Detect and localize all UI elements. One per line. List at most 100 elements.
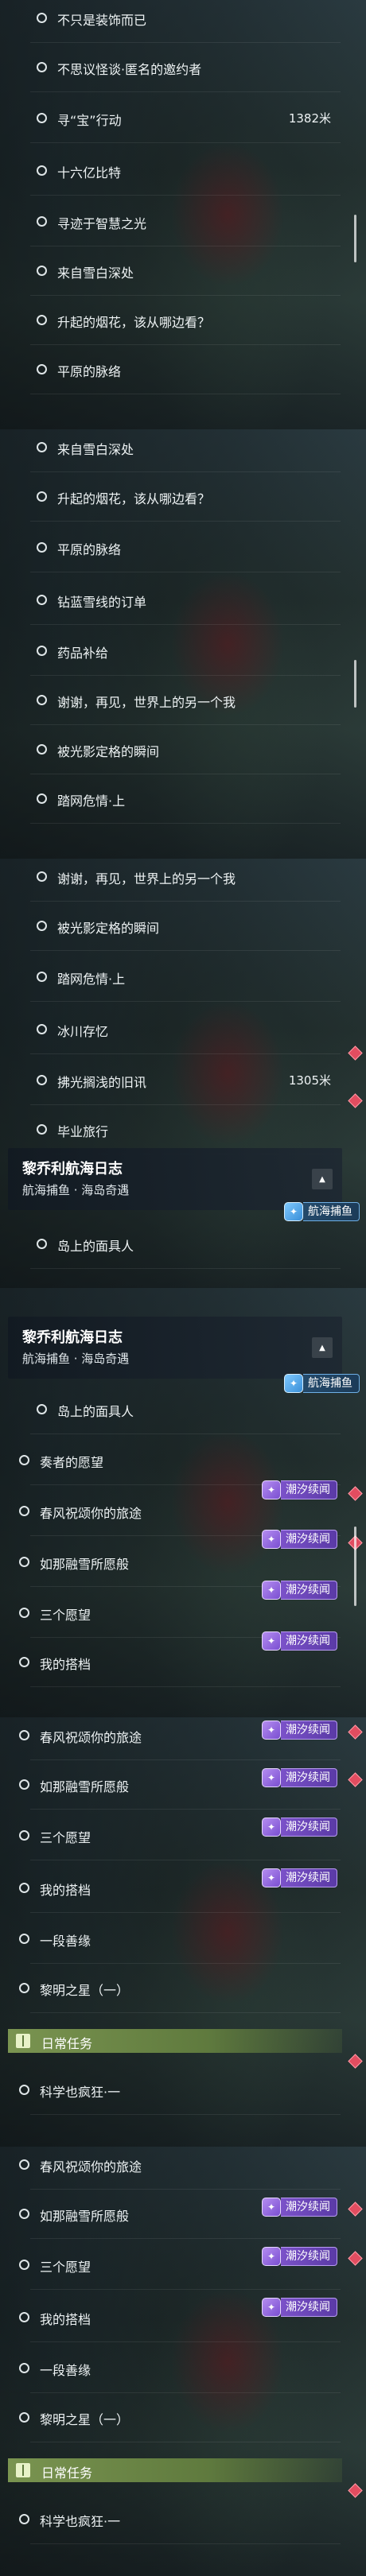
quest-row[interactable]: 谢谢，再见，世界上的另一个我 [14,859,341,902]
quest-title: 黎明之星（一） [40,2412,130,2427]
quest-status-circle-icon [37,13,47,23]
quest-status-circle-icon [19,1934,29,1944]
quest-title: 毕业旅行 [57,1124,109,1139]
fishing-icon: ✦ [284,1374,303,1393]
event-badge: ✦ 潮汐续闻 [262,2198,337,2217]
quest-row[interactable]: 平原的脉络 [14,525,341,572]
quest-row[interactable]: 奏者的愿望 [14,1437,341,1485]
daily-tasks-header[interactable]: 日常任务 [8,2458,342,2482]
quest-title: 踏网危情·上 [57,972,126,987]
event-badge-label: 潮汐续闻 [281,1818,337,1837]
quest-row[interactable]: 寻“宝”行动 1382米 [14,95,341,143]
category-subtitle: 航海捕鱼 · 海岛奇遇 [22,1183,130,1197]
quest-title: 春风祝颂你的旅途 [40,1730,142,1745]
quest-row[interactable]: 春风祝颂你的旅途 [14,2147,341,2190]
quest-row[interactable]: 来自雪白深处 [14,429,341,472]
quest-row[interactable]: 岛上的面具人 [14,1221,341,1269]
alert-diamond-icon [348,2202,363,2217]
quest-title: 科学也疯狂·一 [40,2085,121,2100]
quest-row[interactable]: 十六亿比特 [14,148,341,196]
quest-status-circle-icon [19,2159,29,2170]
alert-diamond-icon [348,1724,363,1740]
scrollbar[interactable] [354,660,356,708]
quest-title: 钻蓝雪线的订单 [57,595,147,610]
quest-status-circle-icon [37,364,47,374]
quest-status-circle-icon [19,1730,29,1740]
quest-title: 科学也疯狂·一 [40,2514,121,2529]
quest-row[interactable]: 来自雪白深处 [14,248,341,296]
event-badge-label: 潮汐续闻 [281,2298,337,2317]
quest-status-circle-icon [19,2412,29,2423]
daily-tasks-header[interactable]: 日常任务 [8,2029,342,2053]
tide-icon: ✦ [262,1768,281,1787]
quest-list-frame-6: 春风祝颂你的旅途 如那融雪所愿般 三个愿望 我的搭档 一段善缘 黎明之星（一） … [0,2147,366,2576]
quest-title: 黎明之星（一） [40,1983,130,1998]
quest-title: 来自雪白深处 [57,266,134,281]
quest-title: 我的搭档 [40,1883,92,1898]
quest-title: 拂光搁浅的旧讯 [57,1075,147,1090]
quest-row[interactable]: 平原的脉络 [14,347,341,394]
quest-row[interactable]: 钻蓝雪线的订单 [14,577,341,625]
alert-diamond-icon [348,2251,363,2266]
collapse-arrow-icon[interactable]: ▲ [312,1169,333,1189]
quest-row[interactable]: 寻迹于智慧之光 [14,199,341,246]
quest-title: 如那融雪所愿般 [40,1779,130,1794]
quest-list-frame-4: 黎乔利航海日志 航海捕鱼 · 海岛奇遇 ▲ ✦ 航海捕鱼 岛上的面具人 奏者的愿… [0,1288,366,1717]
quest-title: 谢谢，再见，世界上的另一个我 [57,695,236,710]
quest-row[interactable]: 科学也疯狂·一 [14,2496,341,2544]
quest-row[interactable]: 科学也疯狂·一 [14,2067,341,2115]
quest-distance: 1305米 [288,1073,331,1088]
quest-row[interactable]: 一段善缘 [14,1916,341,1964]
event-badge-label: 潮汐续闻 [281,2198,337,2217]
quest-row[interactable]: 升起的烟花，该从哪边看？ [14,297,341,345]
scrollbar[interactable] [354,215,356,262]
quest-row[interactable]: 被光影定格的瞬间 [14,903,341,951]
quest-row[interactable]: 冰川存忆 [14,1007,341,1054]
event-badge-label: 潮汐续闻 [281,2247,337,2266]
quest-status-circle-icon [37,266,47,276]
alert-diamond-icon [348,1772,363,1787]
quest-title: 奏者的愿望 [40,1455,104,1470]
event-badge: ✦ 潮汐续闻 [262,1530,337,1549]
quest-row[interactable]: 一段善缘 [14,2345,341,2393]
tide-icon: ✦ [262,1480,281,1499]
quest-row[interactable]: 踏网危情·上 [14,776,341,824]
quest-row[interactable]: 毕业旅行 [14,1107,341,1154]
quest-category-header[interactable]: 黎乔利航海日志 航海捕鱼 · 海岛奇遇 ▲ [8,1148,342,1210]
collapse-arrow-icon[interactable]: ▲ [312,1337,333,1358]
quest-list-frame-5: 春风祝颂你的旅途 如那融雪所愿般 三个愿望 我的搭档 一段善缘 黎明之星（一） … [0,1717,366,2147]
event-badge-label: 潮汐续闻 [281,1868,337,1887]
quest-title: 十六亿比特 [57,165,122,180]
quest-row[interactable]: 药品补给 [14,628,341,676]
quest-title: 三个愿望 [40,2260,92,2275]
quest-list-frame-2: 来自雪白深处 升起的烟花，该从哪边看？ 平原的脉络 钻蓝雪线的订单 药品补给 谢… [0,429,366,859]
quest-category-header[interactable]: 黎乔利航海日志 航海捕鱼 · 海岛奇遇 ▲ [8,1317,342,1379]
quest-title: 被光影定格的瞬间 [57,921,160,936]
quest-row[interactable]: 不思议怪谈·匿名的邀约者 [14,45,341,92]
quest-row[interactable]: 黎明之星（一） [14,1965,341,2013]
quest-row[interactable]: 踏网危情·上 [14,954,341,1002]
event-badge-label: 潮汐续闻 [281,1721,337,1740]
quest-status-circle-icon [19,2085,29,2095]
quest-row[interactable]: 黎明之星（一） [14,2395,341,2442]
quest-row[interactable]: 谢谢，再见，世界上的另一个我 [14,677,341,725]
quest-status-circle-icon [19,1883,29,1893]
scrollbar[interactable] [354,1527,356,1606]
quest-title: 我的搭档 [40,1657,92,1672]
quest-row[interactable]: 岛上的面具人 [14,1387,341,1434]
alert-diamond-icon [348,1486,363,1501]
quest-title: 如那融雪所愿般 [40,1557,130,1572]
quest-status-circle-icon [37,542,47,553]
event-badge: ✦ 潮汐续闻 [262,2298,337,2317]
quest-row[interactable]: 被光影定格的瞬间 [14,727,341,774]
quest-status-circle-icon [37,315,47,325]
quest-status-circle-icon [37,1124,47,1135]
book-icon [16,2034,30,2048]
category-badge: ✦ 航海捕鱼 [284,1202,360,1221]
quest-status-circle-icon [19,2363,29,2373]
quest-row[interactable]: 不只是装饰而已 [14,0,341,43]
quest-row[interactable]: 拂光搁浅的旧讯 1305米 [14,1057,341,1105]
quest-status-circle-icon [19,1608,29,1618]
quest-row[interactable]: 升起的烟花，该从哪边看？ [14,474,341,522]
daily-tasks-title: 日常任务 [41,2036,93,2051]
